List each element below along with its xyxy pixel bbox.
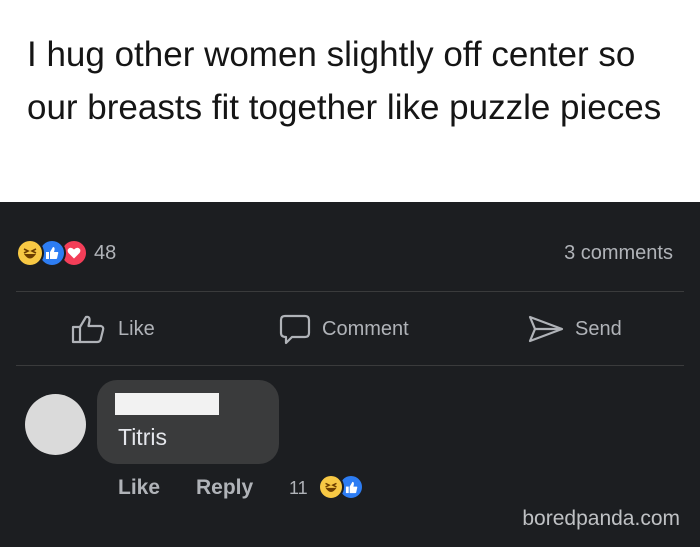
comment-like-link[interactable]: Like xyxy=(118,476,160,500)
comment-reply-link[interactable]: Reply xyxy=(196,476,253,500)
comment-reaction-count: 11 xyxy=(289,478,308,498)
comment-button-label: Comment xyxy=(322,317,409,340)
send-button[interactable]: Send xyxy=(527,310,622,348)
watermark: boredpanda.com xyxy=(522,507,680,530)
send-button-label: Send xyxy=(575,317,622,340)
divider xyxy=(16,291,684,292)
post-text: I hug other women slightly off center so… xyxy=(27,35,662,127)
redacted-name xyxy=(115,393,219,415)
comment-text: Titris xyxy=(118,424,167,450)
avatar[interactable] xyxy=(25,394,86,455)
divider xyxy=(16,365,684,366)
like-button[interactable]: Like xyxy=(70,310,155,348)
send-icon xyxy=(528,315,564,343)
comments-count-link[interactable]: 3 comments xyxy=(564,238,673,268)
comment-bubble-icon xyxy=(279,314,311,345)
reactions-summary[interactable]: 48 xyxy=(16,238,116,268)
reaction-count: 48 xyxy=(94,241,117,264)
like-button-label: Like xyxy=(118,317,155,340)
haha-icon xyxy=(318,474,344,500)
thumbs-up-icon xyxy=(71,315,105,344)
comment-button[interactable]: Comment xyxy=(278,310,409,348)
haha-icon xyxy=(16,239,44,267)
comment-bubble: Titris xyxy=(97,380,279,464)
